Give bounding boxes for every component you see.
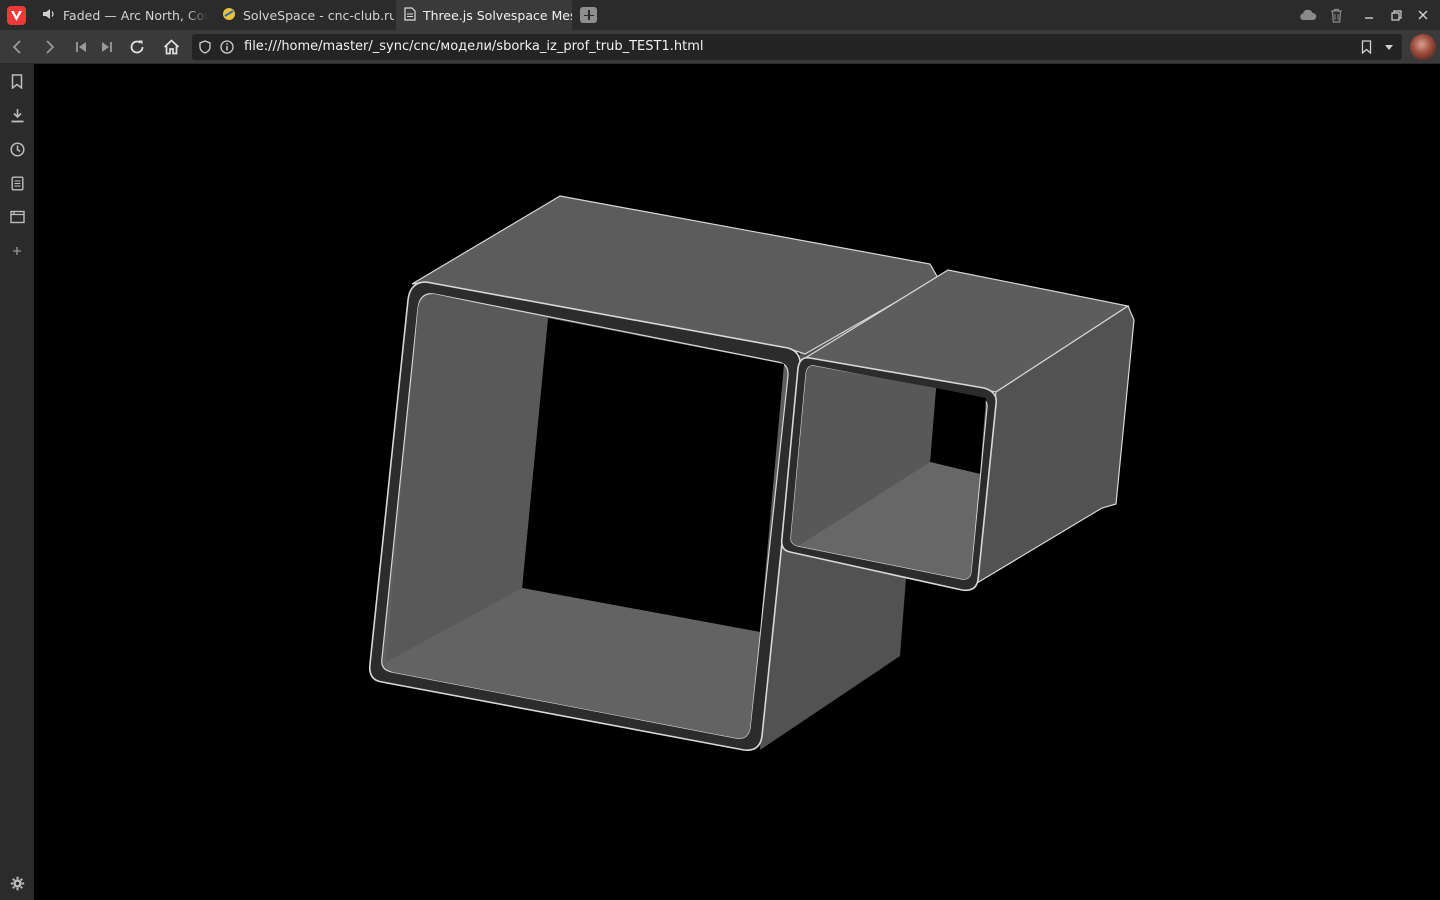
rewind-button[interactable]: [67, 30, 95, 64]
close-window-button[interactable]: [1409, 0, 1437, 30]
tab-label: SolveSpace - cnc-club.ru: [243, 7, 394, 23]
forward-button[interactable]: [36, 30, 64, 64]
downloads-icon[interactable]: [0, 100, 34, 130]
add-panel-icon[interactable]: [0, 236, 34, 266]
vivaldi-menu-button[interactable]: [7, 6, 26, 25]
profile-avatar[interactable]: [1410, 34, 1436, 60]
tab-faded[interactable]: Faded — Arc North, Cour, Krista Marina: [34, 0, 214, 30]
tab-label: Three.js Solvespace Mesh: [423, 7, 572, 23]
settings-icon[interactable]: [0, 868, 34, 898]
shield-icon[interactable]: [196, 34, 214, 60]
restore-button[interactable]: [1382, 0, 1410, 30]
notes-icon[interactable]: [0, 168, 34, 198]
address-toolbar: file:///home/master/_sync/cnc/модели/sbo…: [0, 30, 1440, 64]
back-button[interactable]: [3, 30, 31, 64]
reload-icon[interactable]: [123, 30, 151, 64]
tab-label: Faded — Arc North, Cour, Krista Marina: [63, 7, 208, 23]
threejs-canvas[interactable]: [34, 64, 1440, 900]
address-field[interactable]: file:///home/master/_sync/cnc/модели/sbo…: [192, 34, 1402, 60]
home-icon[interactable]: [157, 30, 185, 64]
document-icon: [404, 6, 416, 24]
window-icon[interactable]: [0, 202, 34, 232]
sync-cloud-icon[interactable]: [1294, 0, 1322, 30]
history-icon[interactable]: [0, 134, 34, 164]
speaker-icon[interactable]: [42, 8, 56, 23]
chevron-down-icon[interactable]: [1380, 34, 1398, 60]
bookmarks-icon[interactable]: [0, 66, 34, 96]
site-info-icon[interactable]: [218, 34, 236, 60]
tube-mesh-render: [368, 195, 1135, 752]
large-tube-opening: [522, 318, 784, 632]
small-tube-opening: [930, 388, 986, 474]
tab-solvespace[interactable]: SolveSpace - cnc-club.ru: [214, 0, 394, 30]
minimize-button[interactable]: [1355, 0, 1383, 30]
tab-threejs-mesh[interactable]: Three.js Solvespace Mesh: [396, 0, 572, 30]
url-text: file:///home/master/_sync/cnc/модели/sbo…: [244, 39, 704, 54]
fast-forward-button[interactable]: [93, 30, 121, 64]
site-favicon-icon: [222, 7, 236, 24]
tab-bar: Faded — Arc North, Cour, Krista Marina S…: [0, 0, 1440, 30]
trash-icon[interactable]: [1322, 0, 1350, 30]
new-tab-button[interactable]: [580, 7, 597, 23]
side-panel: [0, 64, 34, 900]
bookmark-page-icon[interactable]: [1357, 34, 1375, 60]
